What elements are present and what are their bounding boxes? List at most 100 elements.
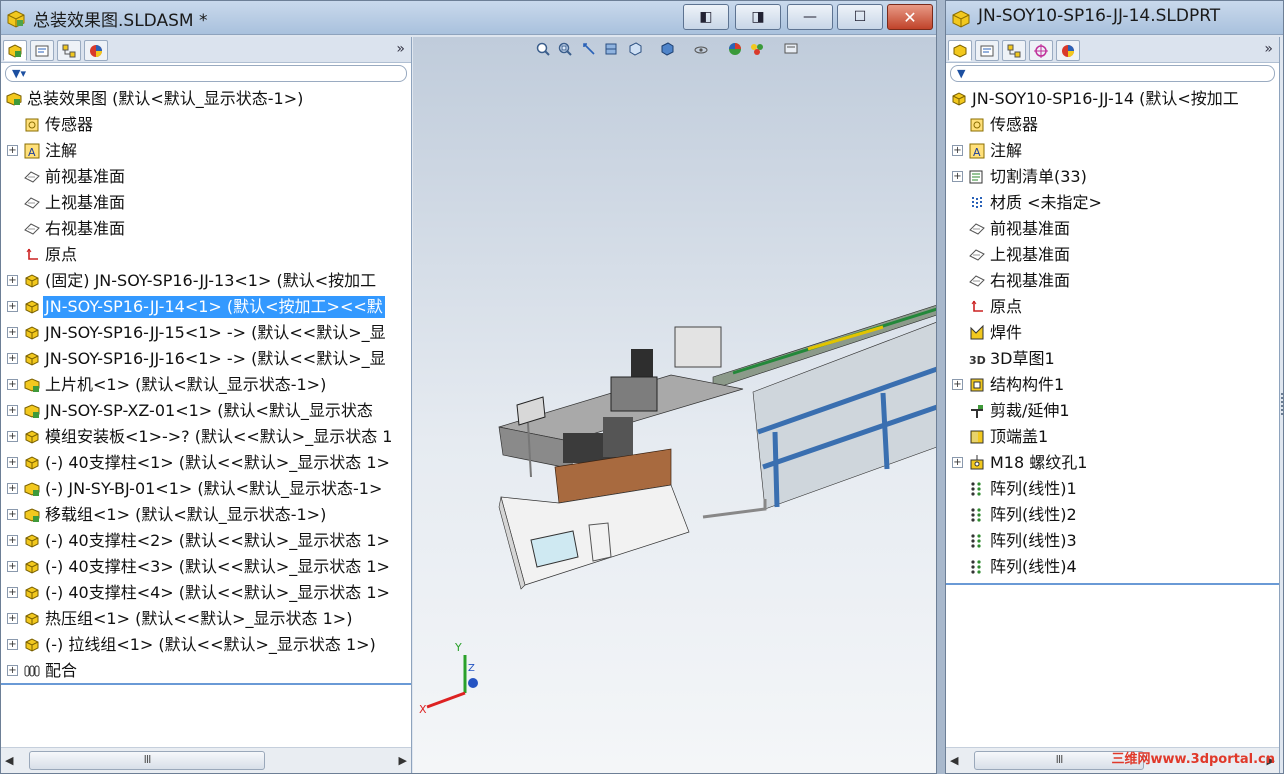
left-tree-node[interactable]: + A 注解 [1, 138, 411, 164]
expand-toggle-icon[interactable]: + [7, 275, 18, 286]
expand-toggle-icon[interactable]: + [7, 457, 18, 468]
expand-toggle-icon[interactable]: + [7, 535, 18, 546]
scroll-thumb[interactable]: III [29, 751, 265, 770]
assembly-titlebar[interactable]: 总装效果图.SLDASM * ◧ ◨ — ☐ ✕ [1, 1, 936, 35]
part-scroll-left-icon[interactable]: ◀ [950, 754, 958, 767]
expand-toggle-icon[interactable]: + [7, 561, 18, 572]
right-tree-node[interactable]: 3D 3D草图1 [946, 346, 1279, 372]
right-tree-node[interactable]: 阵列(线性)3 [946, 528, 1279, 554]
origin-icon [23, 246, 41, 264]
expand-toggle-icon[interactable]: + [7, 613, 18, 624]
expand-toggle-icon[interactable]: + [7, 639, 18, 650]
part-tab-property-manager[interactable] [975, 40, 999, 61]
left-tree-node[interactable]: + (-) 40支撑柱<1> (默认<<默认>_显示状态 1> [1, 450, 411, 476]
maximize-button[interactable]: ☐ [837, 4, 883, 30]
left-tree-node[interactable]: + (-) 40支撑柱<4> (默认<<默认>_显示状态 1> [1, 580, 411, 606]
left-tree-node[interactable]: + JN-SOY-SP16-JJ-15<1> -> (默认<<默认>_显 [1, 320, 411, 346]
expand-toggle-icon[interactable]: + [952, 379, 963, 390]
expand-toggle-icon[interactable]: + [7, 665, 18, 676]
tab-configuration-manager[interactable] [57, 40, 81, 61]
component-icon [23, 272, 41, 290]
right-tree-node[interactable]: 顶端盖1 [946, 424, 1279, 450]
right-tree-node[interactable]: JN-SOY10-SP16-JJ-14 (默认<按加工 [946, 86, 1279, 112]
expand-toggle-icon[interactable]: + [7, 587, 18, 598]
left-tree-node[interactable]: 前视基准面 [1, 164, 411, 190]
left-tree-node[interactable]: + 热压组<1> (默认<<默认>_显示状态 1>) [1, 606, 411, 632]
tile-right-button[interactable]: ◨ [735, 4, 781, 30]
right-tree-node[interactable]: 右视基准面 [946, 268, 1279, 294]
right-tree-node[interactable]: 阵列(线性)1 [946, 476, 1279, 502]
more-tabs-icon[interactable]: » [396, 41, 405, 57]
expand-toggle-icon[interactable]: + [952, 457, 963, 468]
scroll-right-icon[interactable]: ▶ [399, 754, 407, 767]
part-icon [950, 90, 968, 108]
right-tree-node[interactable]: 前视基准面 [946, 216, 1279, 242]
expand-toggle-icon[interactable]: + [7, 483, 18, 494]
scroll-left-icon[interactable]: ◀ [5, 754, 13, 767]
tab-feature-manager[interactable] [3, 40, 27, 61]
left-tree-node[interactable]: + (-) 40支撑柱<2> (默认<<默认>_显示状态 1> [1, 528, 411, 554]
left-tree-node[interactable]: + (-) 拉线组<1> (默认<<默认>_显示状态 1>) [1, 632, 411, 658]
tab-display-manager[interactable] [84, 40, 108, 61]
right-tree-node[interactable]: 剪裁/延伸1 [946, 398, 1279, 424]
graphics-area[interactable]: Y Z X [413, 37, 936, 773]
left-tree-node[interactable]: 右视基准面 [1, 216, 411, 242]
right-tree-node[interactable]: 材质 <未指定> [946, 190, 1279, 216]
assembly-model[interactable]: Y Z X [413, 37, 937, 773]
left-tree-node[interactable]: 总装效果图 (默认<默认_显示状态-1>) [1, 86, 411, 112]
tab-property-manager[interactable] [30, 40, 54, 61]
left-tree-node[interactable]: + 模组安装板<1>->? (默认<<默认>_显示状态 1 [1, 424, 411, 450]
expand-toggle-icon[interactable]: + [7, 353, 18, 364]
right-tree-node[interactable]: 阵列(线性)4 [946, 554, 1279, 580]
left-tree-node[interactable]: + JN-SOY-SP16-JJ-16<1> -> (默认<<默认>_显 [1, 346, 411, 372]
part-titlebar[interactable]: JN-SOY10-SP16-JJ-14.SLDPRT [946, 1, 1283, 35]
left-tree-node[interactable]: + 移载组<1> (默认<默认_显示状态-1>) [1, 502, 411, 528]
expand-toggle-icon[interactable]: + [7, 379, 18, 390]
part-tab-configuration-manager[interactable] [1002, 40, 1026, 61]
right-tree-node[interactable]: 焊件 [946, 320, 1279, 346]
expand-toggle-icon[interactable]: + [7, 145, 18, 156]
right-tree-node[interactable]: + 结构构件1 [946, 372, 1279, 398]
expand-toggle-icon[interactable]: + [7, 327, 18, 338]
close-icon: ✕ [903, 7, 917, 27]
right-tree-node[interactable]: 传感器 [946, 112, 1279, 138]
left-tree-node[interactable]: + JN-SOY-SP-XZ-01<1> (默认<默认_显示状态 [1, 398, 411, 424]
left-tree-node[interactable]: + 上片机<1> (默认<默认_显示状态-1>) [1, 372, 411, 398]
right-tree-node[interactable]: 阵列(线性)2 [946, 502, 1279, 528]
expand-toggle-icon[interactable]: + [7, 405, 18, 416]
part-tab-feature-manager[interactable] [948, 40, 972, 61]
close-button[interactable]: ✕ [887, 4, 933, 30]
right-tree-node[interactable]: + A 注解 [946, 138, 1279, 164]
tree-filter[interactable]: ▼▾ [5, 65, 407, 82]
right-tree-node[interactable]: + 切割清单(33) [946, 164, 1279, 190]
part-tab-dimxpert[interactable] [1029, 40, 1053, 61]
plane-icon [23, 168, 41, 186]
right-tree-node-label: M18 螺纹孔1 [990, 453, 1088, 472]
part-tree-filter[interactable]: ▼ [950, 65, 1275, 82]
left-tree-node[interactable]: 上视基准面 [1, 190, 411, 216]
left-tree-node[interactable]: + (固定) JN-SOY-SP16-JJ-13<1> (默认<按加工 [1, 268, 411, 294]
left-tree-node[interactable]: + JN-SOY-SP16-JJ-14<1> (默认<按加工><<默 [1, 294, 411, 320]
expand-toggle-icon[interactable]: + [7, 301, 18, 312]
part-window: JN-SOY10-SP16-JJ-14.SLDPRT » ▼ JN-SOY10-… [945, 0, 1284, 774]
left-tree-node[interactable]: 传感器 [1, 112, 411, 138]
part-more-tabs-icon[interactable]: » [1264, 41, 1273, 57]
part-tab-display-manager[interactable] [1056, 40, 1080, 61]
left-tree-node[interactable]: + (-) JN-SY-BJ-01<1> (默认<默认_显示状态-1> [1, 476, 411, 502]
left-tree-node[interactable]: + 配合 [1, 658, 411, 684]
expand-toggle-icon[interactable]: + [952, 171, 963, 182]
left-tree-node[interactable]: 原点 [1, 242, 411, 268]
right-tree-node[interactable]: 上视基准面 [946, 242, 1279, 268]
expand-toggle-icon[interactable]: + [952, 145, 963, 156]
right-tree-node[interactable]: + M18 螺纹孔1 [946, 450, 1279, 476]
tree-horizontal-scrollbar[interactable]: ◀ III ▶ [1, 747, 411, 773]
expand-toggle-icon[interactable]: + [7, 431, 18, 442]
expand-toggle-icon[interactable]: + [7, 509, 18, 520]
svg-text:A: A [973, 146, 981, 159]
minimize-button[interactable]: — [787, 4, 833, 30]
right-tree-node[interactable]: 原点 [946, 294, 1279, 320]
part-panel-splitter-handle[interactable] [1279, 391, 1283, 417]
tile-left-button[interactable]: ◧ [683, 4, 729, 30]
left-tree-node-label: (-) JN-SY-BJ-01<1> (默认<默认_显示状态-1> [45, 479, 383, 498]
left-tree-node[interactable]: + (-) 40支撑柱<3> (默认<<默认>_显示状态 1> [1, 554, 411, 580]
